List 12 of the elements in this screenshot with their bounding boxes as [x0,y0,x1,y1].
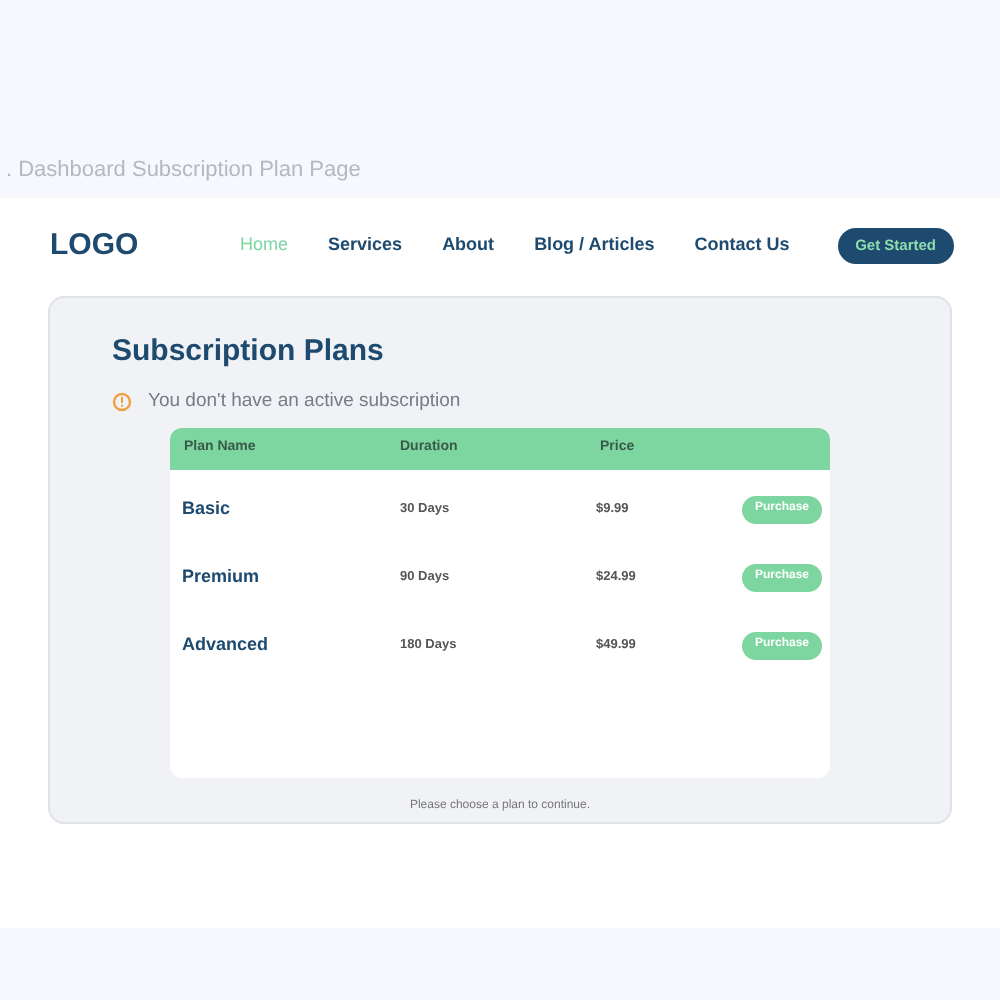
page-caption: . Dashboard Subscription Plan Page [6,156,363,186]
plan-name: Basic [182,496,233,522]
page-title: Subscription Plans [112,332,386,372]
nav-link[interactable]: Blog / Articles [534,232,655,260]
nav-link[interactable]: Contact Us [694,232,790,260]
nav-link[interactable]: About [442,232,495,260]
warning-icon [112,391,132,412]
alert-text: You don't have an active subscription [148,387,461,415]
plan-name: Premium [182,564,262,590]
plan-name: Advanced [182,632,271,658]
logo: LOGO [50,225,141,266]
nav-link[interactable]: Services [328,232,403,260]
